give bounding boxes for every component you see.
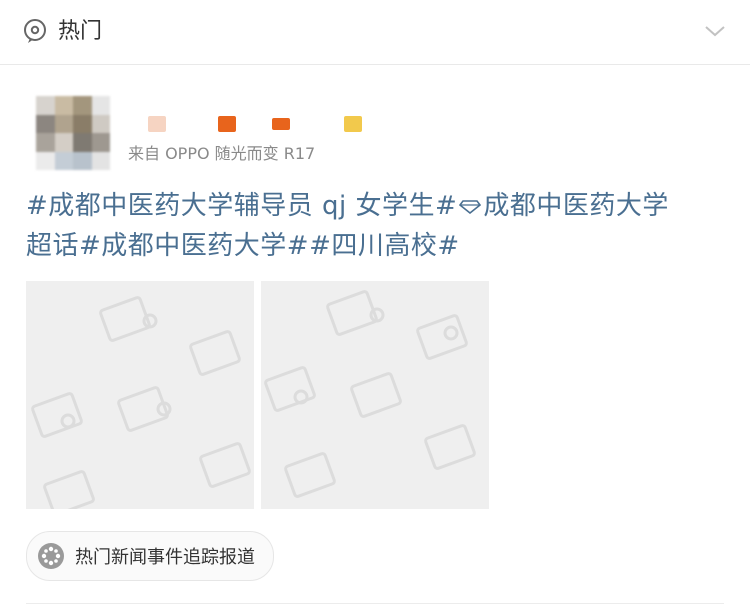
image-placeholder-1[interactable] — [26, 281, 254, 509]
username-blurred[interactable] — [148, 116, 166, 132]
section-header: 热门 — [0, 0, 750, 65]
header-title: 热门 — [58, 19, 103, 44]
image-placeholder-icon — [264, 290, 476, 498]
divider — [26, 603, 724, 604]
topic-pill[interactable]: 热门新闻事件追踪报道 — [26, 531, 274, 581]
username-blurred[interactable] — [344, 116, 362, 132]
avatar[interactable] — [36, 96, 110, 170]
super-topic-diamond-icon — [459, 199, 482, 214]
post-text-line1-a[interactable]: #成都中医药大学辅导员 qj 女学生# — [26, 191, 457, 221]
post-text-line2[interactable]: 超话#成都中医药大学##四川高校# — [26, 231, 460, 261]
post-text[interactable]: #成都中医药大学辅导员 qj 女学生# 成都中医药大学 超话#成都中医药大学##四… — [26, 186, 726, 266]
image-placeholder-icon — [31, 296, 251, 509]
topic-icon — [38, 543, 64, 569]
username-blurred[interactable] — [272, 118, 290, 130]
hot-icon — [24, 19, 46, 43]
image-placeholder-2[interactable] — [261, 281, 489, 509]
post-text-line1-b[interactable]: 成都中医药大学 — [483, 191, 669, 221]
post-source: 来自 OPPO 随光而变 R17 — [128, 144, 316, 163]
username-blurred[interactable] — [218, 116, 236, 132]
chevron-down-icon[interactable] — [704, 20, 726, 42]
topic-label: 热门新闻事件追踪报道 — [75, 547, 255, 568]
